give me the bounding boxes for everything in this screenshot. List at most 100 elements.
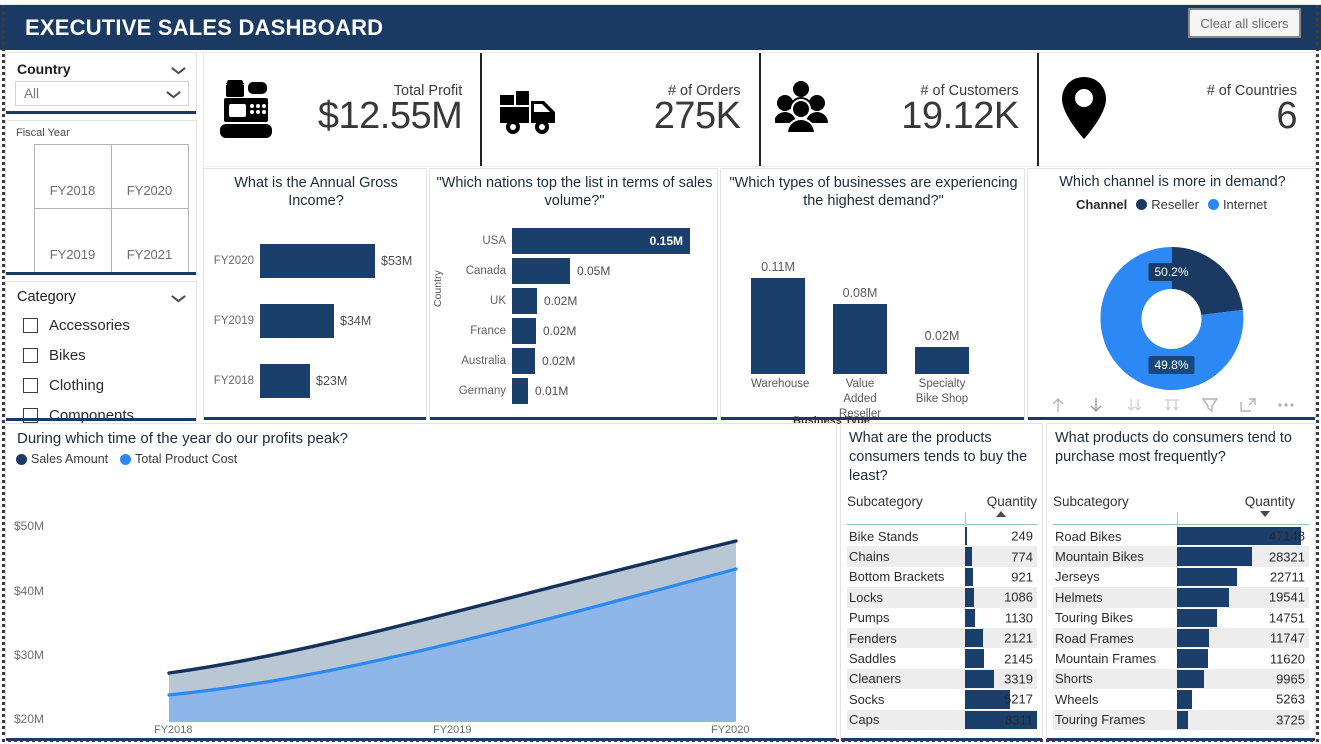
table-row[interactable]: Shorts 9965 [1053,668,1309,690]
data-bar [1177,588,1229,607]
bar-row[interactable]: FY2019 $34M [204,291,426,351]
slicer-country[interactable]: Country All [5,52,197,114]
chevron-down-icon[interactable] [167,91,180,99]
legend-item-reseller[interactable]: Reseller [1136,197,1199,212]
table-row[interactable]: Saddles 2145 [847,648,1037,668]
chart-sales-by-nation[interactable]: "Which nations top the list in terms of … [429,168,718,420]
table-row[interactable]: Chains 774 [847,546,1037,567]
fiscal-year-tile-fy2021[interactable]: FY2021 [110,207,189,273]
cell-subcategory: Chains [849,549,890,565]
cell-subcategory: Bottom Brackets [849,569,945,585]
cell-subcategory: Shorts [1055,671,1093,687]
table-row[interactable]: Road Frames 11747 [1053,627,1309,649]
table-least-purchased-products[interactable]: What are the products consumers tends to… [840,423,1043,741]
drill-up-icon[interactable] [1048,395,1068,415]
table-row[interactable]: Pumps 1130 [847,608,1037,628]
gross-income-bars: FY2020 $53M FY2019 $34M FY2018 $23M [204,231,426,411]
legend-item-sales-amount[interactable]: Sales Amount [16,452,108,466]
column-value-added-reseller[interactable]: 0.08M [833,224,887,374]
table-most-purchased-products[interactable]: What products do consumers tend to purch… [1046,423,1316,741]
fiscal-year-tile-fy2019[interactable]: FY2019 [33,207,112,273]
bar-fill [260,364,310,398]
chart-channel-donut[interactable]: Which channel is more in demand? Channel… [1027,168,1316,420]
country-dropdown[interactable]: All [15,81,189,106]
people-group-icon [773,74,851,146]
visual-toolbar [1028,395,1315,415]
table-row[interactable]: Cleaners 3319 [847,668,1037,690]
slicer-fiscal-year[interactable]: Fiscal Year FY2018 FY2020 FY2019 FY2021 [5,120,197,275]
chevron-down-icon[interactable] [172,295,185,303]
bar-row[interactable]: France 0.02M [430,316,717,346]
drill-through-icon[interactable] [1162,395,1182,415]
table-row[interactable]: Helmets 19541 [1053,587,1309,608]
checkbox-icon[interactable] [23,377,38,393]
bar-row[interactable]: Germany 0.01M [430,376,717,406]
chevron-down-icon[interactable] [172,67,185,75]
chart-business-type-demand[interactable]: "Which types of businesses are experienc… [720,168,1025,427]
category-item-bikes[interactable]: Bikes [23,340,134,370]
table-row[interactable]: Socks 5217 [847,689,1037,709]
table-row[interactable]: Caps 8311 [847,709,1037,730]
quantity-value: 5263 [1276,691,1305,707]
table-row[interactable]: Bottom Brackets 921 [847,567,1037,587]
card-accent-underline [430,417,717,420]
table-row[interactable]: Jerseys 22711 [1053,567,1309,587]
quantity-value: 5217 [1004,691,1033,707]
drill-down-icon[interactable] [1086,395,1106,415]
slicer-fiscal-year-label: Fiscal Year [16,127,70,139]
table-row[interactable]: Touring Frames 3725 [1053,709,1309,730]
checkbox-icon[interactable] [23,317,38,333]
slicer-category[interactable]: Category Accessories Bikes Clothing Comp… [5,281,197,424]
column-header-subcategory[interactable]: Subcategory [847,494,965,509]
table-row[interactable]: Fenders 2121 [847,627,1037,649]
filter-icon[interactable] [1200,395,1220,415]
column-warehouse[interactable]: 0.11M [751,224,805,374]
chart-profits-over-time[interactable]: During which time of the year do our pro… [5,423,837,741]
bar-row[interactable]: USA 0.15M [430,226,717,256]
table-header-rule [847,524,1037,525]
table-row[interactable]: Locks 1086 [847,587,1037,608]
more-options-icon[interactable] [1276,395,1296,415]
cell-quantity: 3319 [965,669,1037,689]
column-header-quantity[interactable]: Quantity [965,494,1037,517]
bar-track: 0.15M [512,228,717,254]
cell-quantity: 921 [965,567,1037,587]
focus-mode-icon[interactable] [1238,395,1258,415]
table-row[interactable]: Mountain Bikes 28321 [1053,546,1309,567]
table-row[interactable]: Wheels 5263 [1053,689,1309,709]
category-item-accessories[interactable]: Accessories [23,310,134,340]
bar-row[interactable]: FY2018 $23M [204,351,426,411]
table-row[interactable]: Road Bikes 47148 [1053,526,1309,546]
bar-fill [751,278,805,374]
column-header-quantity[interactable]: Quantity [1177,494,1309,517]
column-header-subcategory[interactable]: Subcategory [1053,494,1177,509]
business-type-columns: 0.11M 0.08M 0.02M [751,224,1016,374]
bar-category-label: FY2020 [213,255,254,267]
table-row[interactable]: Touring Bikes 14751 [1053,608,1309,628]
expand-all-icon[interactable] [1124,395,1144,415]
fiscal-year-tile-fy2018[interactable]: FY2018 [33,143,112,209]
bar-track: $23M [260,364,426,398]
bar-row[interactable]: Australia 0.02M [430,346,717,376]
bar-row[interactable]: FY2020 $53M [204,231,426,291]
fiscal-year-tile-fy2020[interactable]: FY2020 [110,143,189,209]
bar-row[interactable]: Canada 0.05M [430,256,717,286]
bar-row[interactable]: UK 0.02M [430,286,717,316]
quantity-value: 3725 [1276,712,1305,728]
clear-all-slicers-button[interactable]: Clear all slicers [1188,8,1301,38]
legend-item-internet[interactable]: Internet [1207,197,1267,212]
category-item-clothing[interactable]: Clothing [23,370,134,400]
table-row[interactable]: Mountain Frames 11620 [1053,648,1309,668]
card-accent-underline [6,111,196,114]
table-row[interactable]: Bike Stands 249 [847,526,1037,546]
checkbox-icon[interactable] [23,347,38,363]
sort-ascending-icon [996,511,1006,517]
donut-graphic[interactable]: 50.2% 49.8% [1099,246,1243,390]
column-specialty-bike-shop[interactable]: 0.02M [915,224,969,374]
chart-annual-gross-income[interactable]: What is the Annual Gross Income? FY2020 … [203,168,427,420]
data-bar [965,608,975,627]
nation-bars: USA 0.15M Canada 0.05M UK 0.02M France 0… [430,226,717,406]
x-tick-label: FY2019 [433,724,472,736]
legend-item-total-product-cost[interactable]: Total Product Cost [120,452,237,466]
cell-quantity: 249 [965,526,1037,546]
